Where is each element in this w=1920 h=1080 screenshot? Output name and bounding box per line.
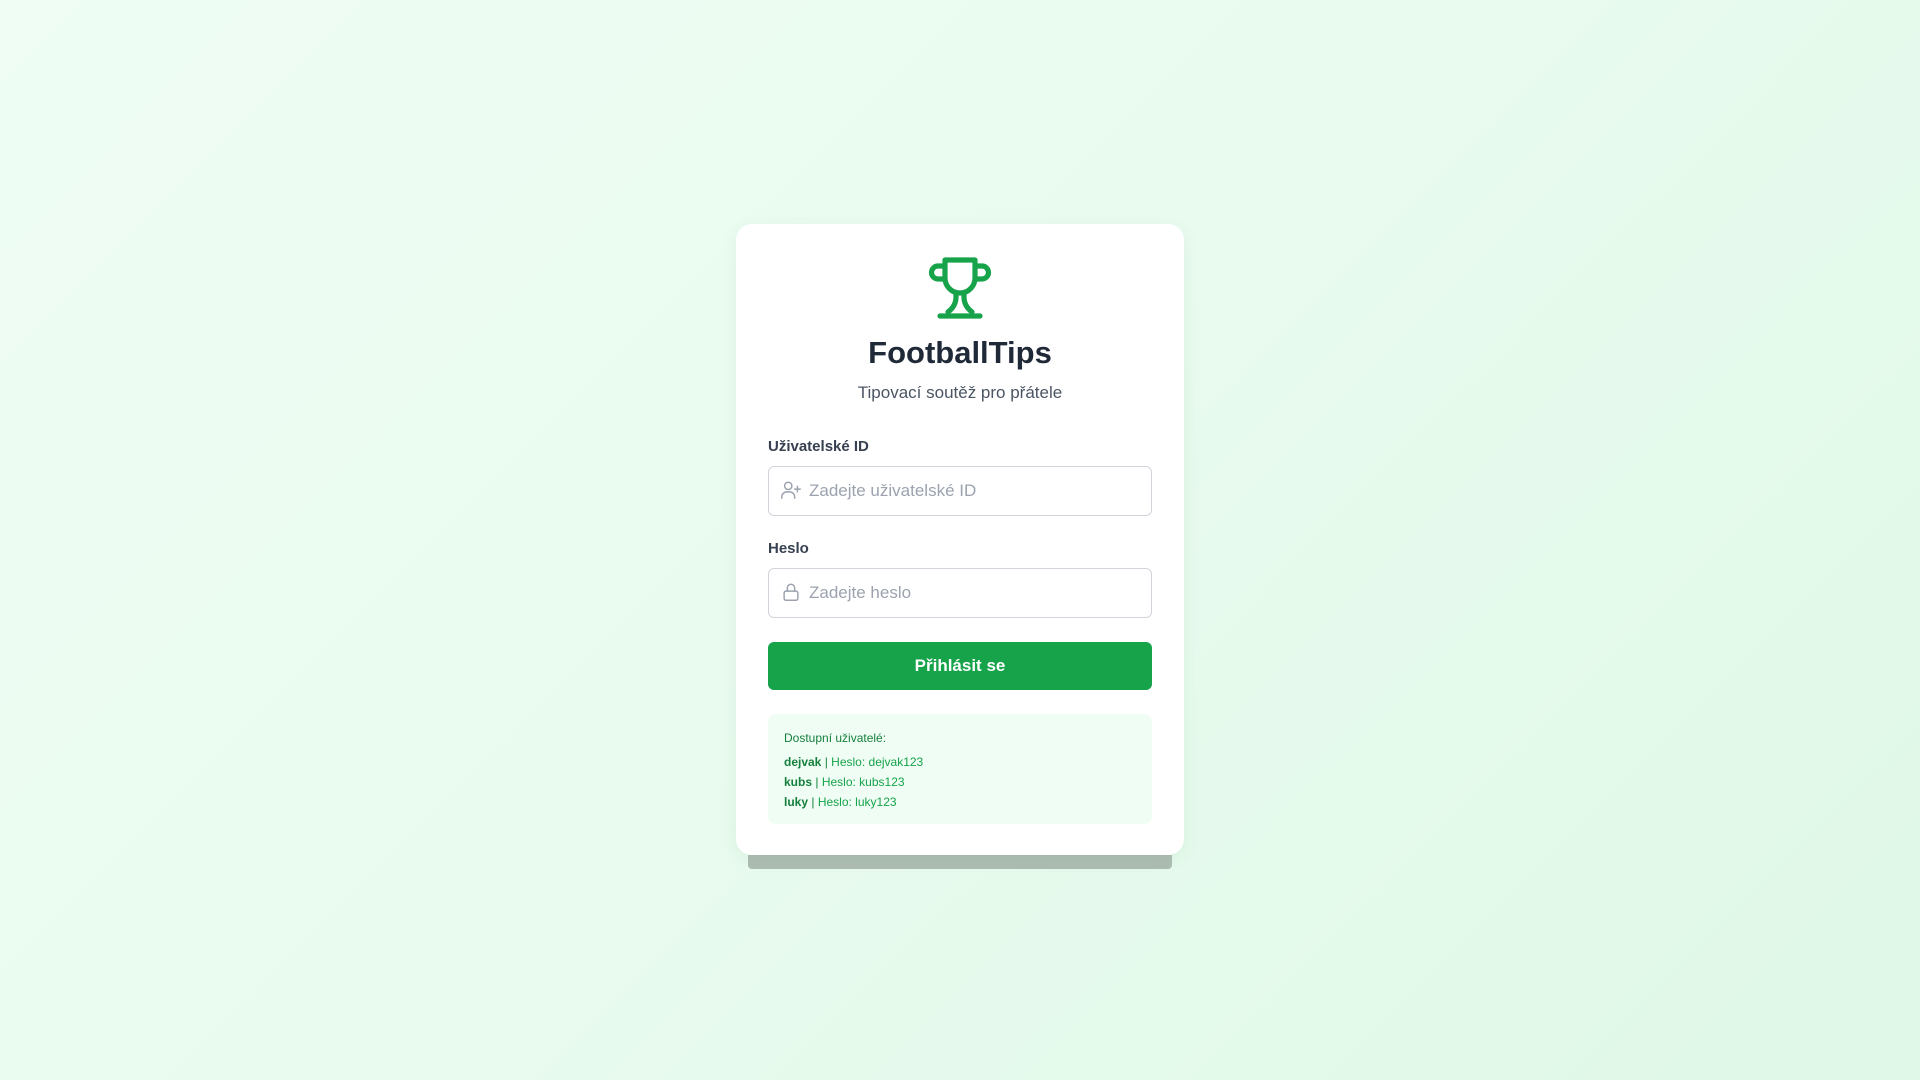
login-button[interactable]: Přihlásit se bbox=[768, 642, 1152, 690]
user-row: luky | Heslo: luky123 bbox=[784, 792, 1136, 812]
user-password: Heslo: dejvak123 bbox=[831, 755, 924, 769]
app-title: FootballTips bbox=[868, 335, 1052, 370]
card-shadow bbox=[748, 855, 1172, 869]
user-password: Heslo: luky123 bbox=[817, 795, 897, 809]
separator: | bbox=[815, 775, 819, 789]
login-card: FootballTips Tipovací soutěž pro přátele… bbox=[736, 224, 1184, 855]
available-users-title: Dostupní uživatelé: bbox=[784, 731, 887, 745]
separator: | bbox=[811, 795, 815, 809]
available-users-box: Dostupní uživatelé: dejvak | Heslo: dejv… bbox=[768, 714, 1152, 824]
password-field-wrapper bbox=[768, 568, 1152, 618]
lock-icon bbox=[783, 583, 799, 601]
user-row: kubs | Heslo: kubs123 bbox=[784, 772, 1136, 792]
user-password: Heslo: kubs123 bbox=[821, 775, 905, 789]
user-name: dejvak bbox=[784, 755, 822, 769]
separator: | bbox=[824, 755, 828, 769]
user-name: kubs bbox=[784, 775, 813, 789]
user-plus-icon bbox=[781, 481, 801, 499]
user-row: dejvak | Heslo: dejvak123 bbox=[784, 752, 1136, 772]
user-name: luky bbox=[784, 795, 809, 809]
user-id-label: Uživatelské ID bbox=[768, 438, 869, 455]
user-id-input[interactable] bbox=[768, 466, 1152, 516]
user-id-field-wrapper bbox=[768, 466, 1152, 516]
trophy-icon bbox=[928, 257, 992, 319]
password-label: Heslo bbox=[768, 540, 809, 557]
password-input[interactable] bbox=[768, 568, 1152, 618]
app-subtitle: Tipovací soutěž pro přátele bbox=[857, 383, 1063, 402]
